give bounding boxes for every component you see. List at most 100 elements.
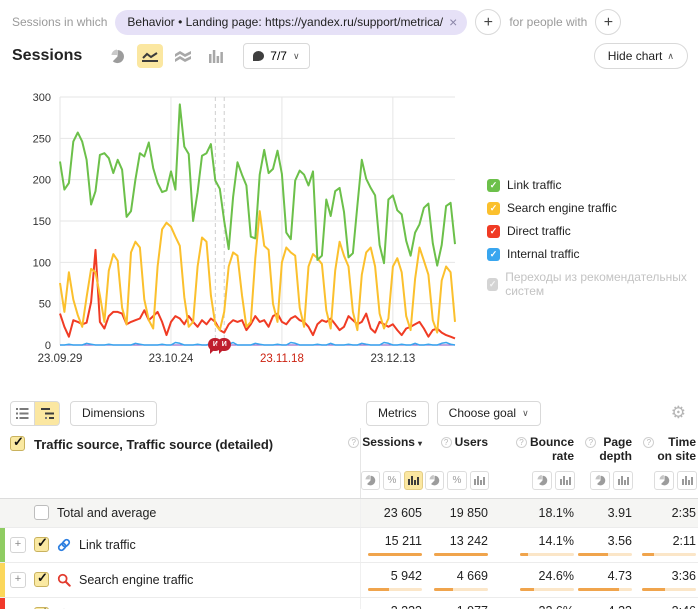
table-row-total: Total and average 23 605 19 850 18.1% 3.… <box>0 499 698 528</box>
cell-bounce-rate: 18.1% <box>491 499 577 527</box>
select-all-checkbox[interactable] <box>10 436 25 451</box>
column-header-bounce-rate[interactable]: ? Bounce rate <box>491 428 577 464</box>
legend-item-link-traffic[interactable]: ✓ Link traffic <box>487 178 698 192</box>
choose-goal-dropdown[interactable]: Choose goal ∨ <box>437 401 541 426</box>
row-color-stripe <box>0 528 5 562</box>
legend-item-internal-traffic[interactable]: ✓ Internal traffic <box>487 247 698 261</box>
sessions-display-toggles: % <box>361 464 425 498</box>
row-checkbox[interactable] <box>34 537 49 552</box>
metrics-header-panel: ? Sessions ▾ ? Users ? Bounce rate ? P <box>360 428 698 498</box>
percent-view-icon[interactable]: % <box>447 471 466 490</box>
dimension-header-cell: Traffic source, Traffic source (detailed… <box>0 428 360 498</box>
checkbox-icon: ✓ <box>487 278 498 291</box>
svg-text:0: 0 <box>45 340 51 352</box>
value-bar <box>434 553 488 556</box>
chart-annotation-marker[interactable]: И <box>217 338 231 351</box>
gear-icon[interactable]: ⚙ <box>671 403 686 423</box>
bounce-rate-display-toggles <box>491 464 577 498</box>
segment-filter-bar: Sessions in which Behavior • Landing pag… <box>12 8 698 36</box>
chart-type-switcher <box>104 44 229 68</box>
tree-view-icon[interactable] <box>35 401 60 426</box>
legend-item-recommendation-systems[interactable]: ✓ Переходы из рекомендательных систем <box>487 270 698 298</box>
cell-users: 13 242 <box>425 528 491 562</box>
table-row-search-engine-traffic: + Search engine traffic 5 942 4 669 24.6… <box>0 563 698 598</box>
column-chart-type-icon[interactable] <box>203 44 229 68</box>
yandex-metrica-report: Sessions in which Behavior • Landing pag… <box>0 0 698 609</box>
cell-bounce-rate: 14.1% <box>491 528 577 562</box>
svg-text:23.10.24: 23.10.24 <box>149 353 194 365</box>
svg-text:300: 300 <box>33 92 51 104</box>
pie-view-icon[interactable] <box>361 471 380 490</box>
annotations-count: 7/7 <box>270 49 287 63</box>
chevron-down-icon: ∨ <box>522 408 529 419</box>
users-display-toggles: % <box>425 464 491 498</box>
percent-view-icon[interactable]: % <box>383 471 402 490</box>
for-people-with-label: for people with <box>509 15 587 29</box>
svg-text:250: 250 <box>33 133 51 145</box>
cell-sessions: 2 233 <box>361 598 425 609</box>
cell-users: 4 669 <box>425 563 491 597</box>
column-header-sessions[interactable]: ? Sessions ▾ <box>361 428 425 464</box>
help-icon[interactable]: ? <box>585 437 596 448</box>
list-view-icon[interactable] <box>10 401 35 426</box>
pie-view-icon[interactable] <box>532 471 552 490</box>
legend-item-direct-traffic[interactable]: ✓ Direct traffic <box>487 224 698 238</box>
help-icon[interactable]: ? <box>516 437 527 448</box>
column-header-time-on-site[interactable]: ? Time on site <box>635 428 698 464</box>
metrics-button[interactable]: Metrics <box>366 401 429 426</box>
filter-chip-text: Behavior • Landing page: https://yandex.… <box>127 15 443 29</box>
hide-chart-button[interactable]: Hide chart ∧ <box>594 43 688 69</box>
svg-text:50: 50 <box>39 299 51 311</box>
bars-view-icon[interactable] <box>613 471 633 490</box>
legend-item-search-engine-traffic[interactable]: ✓ Search engine traffic <box>487 201 698 215</box>
stacked-area-type-icon[interactable] <box>170 44 196 68</box>
filter-chip[interactable]: Behavior • Landing page: https://yandex.… <box>115 10 467 35</box>
close-icon[interactable]: × <box>449 14 457 30</box>
row-label[interactable]: Link traffic <box>79 538 136 552</box>
bars-view-icon[interactable] <box>404 471 423 490</box>
add-people-condition-button[interactable]: + <box>595 9 621 35</box>
sort-desc-icon: ▾ <box>418 439 422 464</box>
svg-text:150: 150 <box>33 216 51 228</box>
cell-page-depth: 4.73 <box>577 563 635 597</box>
bars-view-icon[interactable] <box>470 471 489 490</box>
column-header-page-depth[interactable]: ? Page depth <box>577 428 635 464</box>
report-table: Dimensions Metrics Choose goal ∨ ⚙ Traff… <box>0 398 698 609</box>
link-icon <box>57 538 71 552</box>
cell-bounce-rate: 24.6% <box>491 563 577 597</box>
metrics-controls: Metrics Choose goal ∨ <box>366 401 541 426</box>
value-bar <box>368 588 422 591</box>
value-bar <box>520 553 574 556</box>
line-chart-type-icon[interactable] <box>137 44 163 68</box>
bars-view-icon[interactable] <box>555 471 575 490</box>
expand-row-button[interactable]: + <box>10 537 26 553</box>
pie-view-icon[interactable] <box>654 471 674 490</box>
chart-canvas: 05010015020025030023.09.2923.10.2423.11.… <box>0 80 475 370</box>
value-bar <box>578 553 632 556</box>
row-checkbox[interactable] <box>34 505 49 520</box>
bars-view-icon[interactable] <box>677 471 697 490</box>
row-label[interactable]: Search engine traffic <box>79 573 193 587</box>
view-mode-switcher <box>10 401 60 426</box>
row-color-stripe <box>0 598 5 609</box>
help-icon[interactable]: ? <box>643 437 654 448</box>
cell-time-on-site: 2:35 <box>635 499 698 527</box>
pie-chart-type-icon[interactable] <box>104 44 130 68</box>
sessions-chart: 05010015020025030023.09.2923.10.2423.11.… <box>0 80 698 370</box>
value-bar <box>642 588 696 591</box>
add-condition-button[interactable]: + <box>475 9 501 35</box>
help-icon[interactable]: ? <box>441 437 452 448</box>
pie-view-icon[interactable] <box>425 471 444 490</box>
expand-row-button[interactable]: + <box>10 572 26 588</box>
annotations-dropdown[interactable]: 7/7 ∨ <box>243 43 309 69</box>
table-row-direct-traffic: Direct traffic 2 233 1 977 22.6% 4.33 2:… <box>0 598 698 609</box>
svg-text:23.11.18: 23.11.18 <box>260 353 304 365</box>
svg-text:200: 200 <box>33 175 51 187</box>
row-checkbox[interactable] <box>34 572 49 587</box>
dimensions-button[interactable]: Dimensions <box>70 401 157 426</box>
svg-text:23.09.29: 23.09.29 <box>38 353 83 365</box>
cell-time-on-site: 2:11 <box>635 528 698 562</box>
pie-view-icon[interactable] <box>590 471 610 490</box>
column-header-users[interactable]: ? Users <box>425 428 491 464</box>
table-toolbar: Dimensions Metrics Choose goal ∨ ⚙ <box>0 398 698 428</box>
